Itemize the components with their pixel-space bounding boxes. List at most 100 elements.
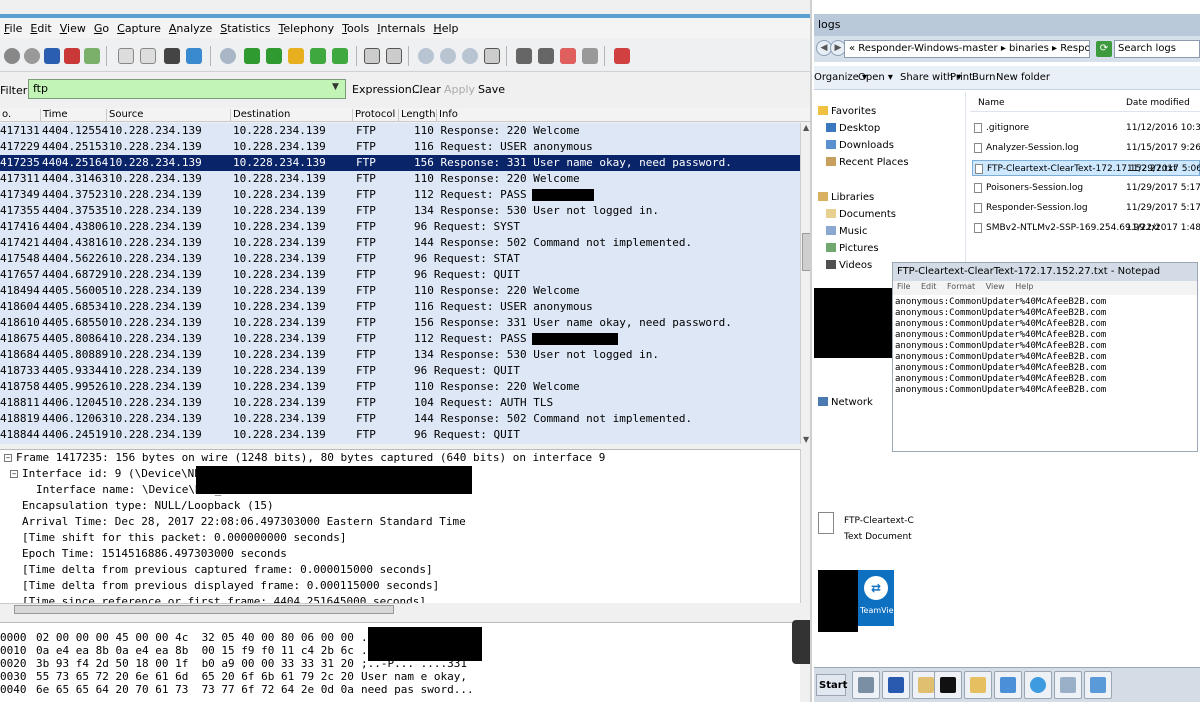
packet-row[interactable]: 417235 4404.25164 10.228.234.139 10.228.234… [0,155,800,171]
menu-go[interactable]: Go [90,22,113,35]
nav-recent-places[interactable]: Recent Places [826,157,909,168]
menu-view[interactable]: View [56,22,90,35]
open-button[interactable]: Open ▾ [858,72,893,83]
packet-row[interactable]: 418675 4405.80864 10.228.234.139 10.228.234… [0,331,800,347]
packet-row[interactable]: 418610 4405.68550 10.228.234.139 10.228.234… [0,315,800,331]
nav-music[interactable]: Music [826,226,867,237]
packet-row[interactable]: 418684 4405.80889 10.228.234.139 10.228.234… [0,347,800,363]
packet-row[interactable]: 417548 4404.56226 10.228.234.139 10.228.234… [0,251,800,267]
detail-encap[interactable]: Encapsulation type: NULL/Loopback (15) [22,498,274,514]
packet-row[interactable]: 418811 4406.12045 10.228.234.139 10.228.234… [0,395,800,411]
menu-edit[interactable]: Edit [26,22,55,35]
taskbar-server-manager[interactable] [852,671,880,699]
nav-favorites[interactable]: Favorites [818,106,876,117]
nav-pictures[interactable]: Pictures [826,243,879,254]
np-menu-edit[interactable]: Edit [921,282,937,291]
packet-row[interactable]: 418758 4405.99526 10.228.234.139 10.228.234… [0,379,800,395]
col-name[interactable]: Name [978,98,1005,108]
capture-filters-icon[interactable] [516,48,532,64]
collapse-icon[interactable]: − [4,454,12,462]
np-menu-view[interactable]: View [986,282,1005,291]
scroll-down-icon[interactable]: ▼ [803,435,809,444]
restart-capture-icon[interactable] [84,48,100,64]
clear-button[interactable]: Clear [412,83,441,96]
packet-row[interactable]: 418844 4406.24519 10.228.234.139 10.228.234… [0,427,800,443]
packet-row[interactable]: 417131 4404.12554 10.228.234.139 10.228.234… [0,123,800,139]
menu-analyze[interactable]: Analyze [165,22,216,35]
scroll-thumb[interactable] [14,605,394,614]
col-no[interactable]: o. [0,109,11,122]
normal-size-icon[interactable] [462,48,478,64]
details-hscrollbar[interactable] [0,603,410,615]
find-icon[interactable] [220,48,236,64]
back-icon[interactable] [244,48,260,64]
file-row[interactable]: Analyzer-Session.log 11/15/2017 9:26 AM [972,140,1200,156]
nav-libraries[interactable]: Libraries [818,192,874,203]
detail-delta-displayed[interactable]: [Time delta from previous displayed fram… [22,578,439,594]
filter-input[interactable]: ftp [28,79,346,99]
address-bar[interactable]: « Responder-Windows-master ▸ binaries ▸ … [844,40,1090,58]
options-icon[interactable] [24,48,40,64]
start-button[interactable]: Start [816,674,847,696]
nav-documents[interactable]: Documents [826,209,896,220]
np-menu-format[interactable]: Format [947,282,975,291]
new-folder-button[interactable]: New folder [996,72,1050,83]
coloring-rules-icon[interactable] [560,48,576,64]
taskbar-cmd[interactable] [934,671,962,699]
menu-file[interactable]: File [0,22,26,35]
menu-tools[interactable]: Tools [338,22,373,35]
packet-row[interactable]: 417311 4404.31463 10.228.234.139 10.228.234… [0,171,800,187]
packet-row[interactable]: 417355 4404.37535 10.228.234.139 10.228.234… [0,203,800,219]
goto-icon[interactable] [288,48,304,64]
col-date-modified[interactable]: Date modified [1126,98,1190,108]
forward-icon[interactable] [266,48,282,64]
stop-capture-icon[interactable] [64,48,80,64]
preferences-icon[interactable] [582,48,598,64]
col-time[interactable]: Time [40,109,67,122]
print-button[interactable]: Print [950,72,973,83]
taskbar-ie[interactable] [1024,671,1052,699]
nav-network[interactable]: Network [818,397,873,408]
search-input[interactable]: Search logs [1114,40,1200,58]
detail-delta-captured[interactable]: [Time delta from previous captured frame… [22,562,433,578]
help-icon[interactable] [614,48,630,64]
file-row[interactable]: FTP-Cleartext-ClearText-172.17.152.27.tx… [972,160,1200,176]
file-row[interactable]: SMBv2-NTLMv2-SSP-169.254.69.99.txt 11/22/… [972,220,1200,236]
col-length[interactable]: Length [398,109,436,122]
taskbar-powershell[interactable] [882,671,910,699]
burn-button[interactable]: Burn [972,72,995,83]
start-capture-icon[interactable] [44,48,60,64]
nav-desktop[interactable]: Desktop [826,123,880,134]
reload-icon[interactable] [186,48,202,64]
last-packet-icon[interactable] [332,48,348,64]
detail-arrival[interactable]: Arrival Time: Dec 28, 2017 22:08:06.4973… [22,514,466,530]
detail-interface-name[interactable]: Interface name: \Device\NPF_ [36,482,221,498]
refresh-icon[interactable]: ⟳ [1096,41,1112,57]
detail-time-shift[interactable]: [Time shift for this packet: 0.000000000… [22,530,347,546]
packet-row[interactable]: 417416 4404.43806 10.228.234.139 10.228.234… [0,219,800,235]
np-menu-file[interactable]: File [897,282,910,291]
menu-internals[interactable]: Internals [373,22,429,35]
taskbar-wireshark[interactable] [1084,671,1112,699]
packet-row[interactable]: 418733 4405.93344 10.228.234.139 10.228.234… [0,363,800,379]
packet-list-scrollbar[interactable]: ▲ ▼ [800,123,810,444]
np-menu-help[interactable]: Help [1015,282,1033,291]
details-scrollbar[interactable] [800,449,810,603]
file-row[interactable]: Poisoners-Session.log 11/29/2017 5:17 PM [972,180,1200,196]
zoom-out-icon[interactable] [440,48,456,64]
packet-row[interactable]: 418494 4405.56005 10.228.234.139 10.228.234… [0,283,800,299]
colorize-icon[interactable] [364,48,380,64]
packet-row[interactable]: 417421 4404.43816 10.228.234.139 10.228.234… [0,235,800,251]
detail-epoch[interactable]: Epoch Time: 1514516886.497303000 seconds [22,546,287,562]
detail-interface-id[interactable]: − Interface id: 9 (\Device\NPF_ [10,466,214,482]
packet-row[interactable]: 417229 4404.25153 10.228.234.139 10.228.234… [0,139,800,155]
col-source[interactable]: Source [106,109,143,122]
col-destination[interactable]: Destination [230,109,290,122]
taskbar-app[interactable] [994,671,1022,699]
save-icon[interactable] [140,48,156,64]
menu-help[interactable]: Help [429,22,462,35]
detail-frame[interactable]: − Frame 1417235: 156 bytes on wire (1248 … [4,450,605,466]
open-icon[interactable] [118,48,134,64]
interfaces-icon[interactable] [4,48,20,64]
packet-row[interactable]: 417657 4404.68729 10.228.234.139 10.228.234… [0,267,800,283]
